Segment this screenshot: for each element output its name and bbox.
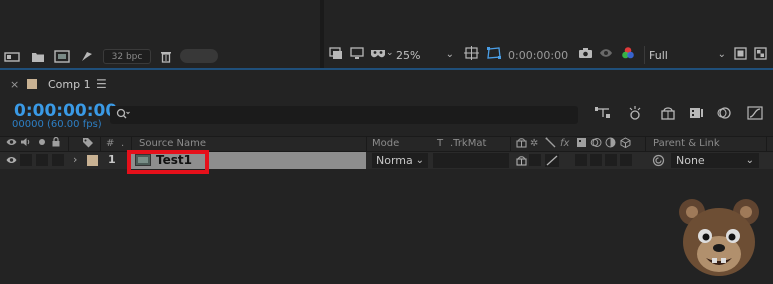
viewer-toolbar: ⌄ 25% ⌄ 0:00:00:00 Full ⌄ [324, 44, 773, 66]
source-name-header[interactable]: Source Name [139, 138, 206, 149]
collapse-sun-icon[interactable]: ✲ [530, 138, 538, 149]
chevron-down-icon: ⌄ [717, 49, 726, 60]
timeline-tab[interactable]: × Comp 1 ☰ [0, 72, 773, 96]
lock-toggle-cell[interactable] [52, 154, 64, 166]
preserve-transparency-header[interactable]: T [437, 138, 443, 149]
column-separator[interactable] [766, 137, 767, 151]
3d-layer-cube-icon[interactable] [620, 137, 631, 151]
lock-icon[interactable] [51, 136, 61, 150]
effects-switch-cell[interactable] [575, 154, 587, 166]
always-preview-icon[interactable] [329, 47, 343, 60]
new-composition-icon[interactable] [54, 50, 70, 63]
expand-chevron-icon[interactable]: › [73, 153, 77, 166]
layer-label-color[interactable] [87, 155, 98, 166]
parent-link-header[interactable]: Parent & Link [653, 138, 720, 149]
motion-blur-icon[interactable] [716, 106, 732, 120]
thumbnail-slider[interactable] [180, 49, 218, 63]
transparency-grid-icon[interactable] [754, 47, 767, 60]
magnification-select[interactable]: 25% ⌄ [392, 46, 454, 64]
frame-blend-switch-cell[interactable] [590, 154, 602, 166]
hamburger-menu-icon[interactable]: ☰ [96, 77, 107, 91]
viewer-current-time[interactable]: 0:00:00:00 [508, 46, 568, 64]
audio-speaker-icon[interactable] [20, 137, 32, 150]
graph-editor-icon[interactable] [747, 106, 763, 120]
trash-icon[interactable] [160, 50, 172, 63]
audio-toggle-cell[interactable] [20, 154, 32, 166]
layer-number-header[interactable]: # [106, 138, 114, 149]
motion-blur-switch-icon[interactable] [590, 137, 602, 151]
solo-toggle-cell[interactable] [36, 154, 48, 166]
comp-flowchart-icon[interactable] [595, 106, 611, 120]
shy-layer-switch-icon[interactable] [516, 155, 527, 169]
chevron-down-icon: ⌄ [745, 155, 754, 166]
close-icon[interactable]: × [10, 78, 19, 91]
video-visibility-icon[interactable] [6, 137, 17, 150]
frame-count-display: 00000 (60.00 fps) [12, 119, 102, 130]
column-separator[interactable] [68, 137, 69, 151]
adjustment-layer-icon[interactable] [605, 137, 616, 151]
shy-switch-icon[interactable] [516, 137, 527, 151]
resolution-value: Full [649, 48, 668, 62]
folder-icon[interactable] [31, 51, 45, 63]
bit-depth-button[interactable]: 32 bpc [103, 49, 151, 64]
resolution-select[interactable]: Full ⌄ [644, 46, 726, 64]
comp-tab-title[interactable]: Comp 1 [48, 78, 91, 91]
region-of-interest-icon[interactable] [734, 47, 747, 60]
current-time-display[interactable]: 0:00:00:00 [14, 101, 117, 121]
frame-blending-icon[interactable] [689, 106, 704, 120]
layer-column-header: # . Source Name Mode T .TrkMat ✲ fx Pare… [0, 136, 773, 152]
quality-switch-icon[interactable] [545, 154, 559, 167]
column-separator[interactable] [645, 137, 646, 151]
chevron-down-icon: ⌄ [415, 155, 424, 166]
draft-3d-icon[interactable] [627, 106, 643, 121]
column-separator[interactable] [131, 137, 132, 151]
label-tag-icon[interactable] [82, 137, 94, 151]
project-toolbar: 32 bpc [0, 46, 320, 68]
blend-mode-value: Norma [376, 154, 413, 167]
hide-shy-layers-icon[interactable] [660, 106, 676, 120]
search-icon [116, 108, 130, 123]
chevron-down-icon: ⌄ [445, 49, 454, 60]
monitor-icon[interactable] [350, 47, 364, 60]
snapshot-camera-icon[interactable] [578, 47, 593, 59]
3d-layer-switch-cell[interactable] [620, 154, 632, 166]
motion-blur-switch-cell[interactable] [605, 154, 617, 166]
track-matte-cell[interactable] [433, 153, 509, 168]
column-separator[interactable] [510, 137, 511, 151]
layer-number: 1 [108, 153, 116, 166]
channel-rgb-icon[interactable] [621, 46, 635, 60]
collapse-switch-cell[interactable] [529, 154, 541, 166]
mode-header[interactable]: Mode [372, 138, 399, 149]
effects-header[interactable]: fx [560, 138, 569, 149]
bear-mascot-watermark [674, 194, 764, 280]
column-separator[interactable] [100, 137, 101, 151]
timeline-switches [590, 106, 770, 124]
layer-search-input[interactable] [110, 106, 578, 124]
layer-visibility-eye-icon[interactable] [6, 155, 17, 168]
magnification-value: 25% [396, 48, 421, 62]
mask-path-visibility-icon[interactable] [486, 46, 502, 60]
frame-blend-switch-icon[interactable] [576, 137, 587, 151]
layer-row[interactable]: › 1 Test1 Norma ⌄ None ⌄ [0, 152, 773, 169]
blend-mode-select[interactable]: Norma ⌄ [372, 153, 428, 168]
parent-value: None [676, 154, 705, 167]
render-queue-icon[interactable] [80, 50, 94, 63]
solo-dot-icon[interactable] [37, 137, 47, 150]
grid-guide-icon[interactable] [464, 46, 479, 60]
pick-whip-icon[interactable] [652, 154, 665, 170]
column-separator[interactable] [366, 137, 367, 151]
interpret-footage-icon[interactable] [4, 51, 20, 63]
layer-name-highlight [127, 150, 209, 174]
vr-mask-icon[interactable] [370, 47, 386, 60]
parent-select[interactable]: None ⌄ [671, 153, 759, 168]
show-snapshot-icon[interactable] [599, 47, 613, 59]
layer-number-dot: . [121, 138, 125, 149]
quality-switch-icon[interactable] [545, 137, 556, 151]
comp-color-swatch [27, 79, 37, 89]
track-matte-header[interactable]: .TrkMat [450, 138, 486, 149]
